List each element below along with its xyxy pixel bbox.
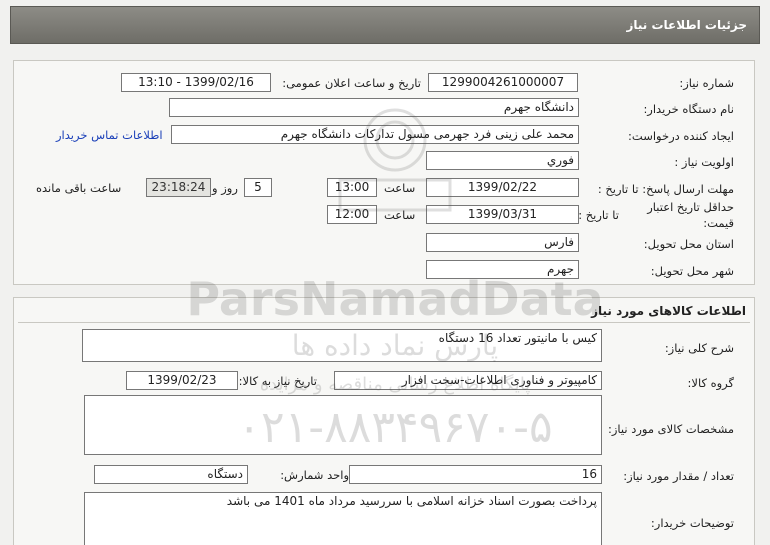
priority-label: اولویت نیاز : [674,155,734,169]
validity-label-2: قیمت: [703,216,734,230]
unit-label: واحد شمارش: [280,468,349,482]
creator-label: ایجاد کننده درخواست: [628,129,734,143]
contact-info-link[interactable]: اطلاعات تماس خریدار [56,128,163,142]
validity-label-1: حداقل تاریخ اعتبار [647,200,734,214]
city-label: شهر محل تحویل: [650,264,734,278]
validity-to-label: تا تاریخ : [578,208,619,222]
need-no-label: شماره نیاز: [679,76,734,90]
page-header: جزئیات اطلاعات نیاز [10,6,760,44]
buyer-notes-label: توضیحات خریدار: [650,516,734,530]
buyer-notes-field[interactable]: پرداخت بصورت اسناد خزانه اسلامی با سررسی… [84,492,602,545]
need-no-field[interactable]: 1299004261000007 [428,73,578,92]
announce-label: تاریخ و ساعت اعلان عمومی: [282,76,421,90]
deadline-date-field[interactable]: 1399/02/22 [426,178,579,197]
announce-field[interactable]: 1399/02/16 - 13:10 [121,73,271,92]
goods-info-panel: اطلاعات کالاهای مورد نیاز شرح کلی نیاز: … [13,297,755,545]
need-date-field[interactable]: 1399/02/23 [126,371,238,390]
validity-time-field[interactable]: 12:00 [327,205,377,224]
creator-field[interactable]: محمد علی زینی فرد جهرمی مسول تدارکات دان… [171,125,579,144]
group-label: گروه کالا: [687,376,734,390]
group-field[interactable]: کامپیوتر و فناوری اطلاعات-سخت افزار [334,371,602,390]
deadline-time-field[interactable]: 13:00 [327,178,377,197]
province-label: استان محل تحویل: [643,237,734,251]
buyer-org-field[interactable]: دانشگاه جهرم [169,98,579,117]
city-field[interactable]: جهرم [426,260,579,279]
validity-date-field[interactable]: 1399/03/31 [426,205,579,224]
goods-section-title: اطلاعات کالاهای مورد نیاز [591,304,746,318]
days-label: روز و [212,181,238,195]
deadline-label: مهلت ارسال پاسخ: تا تاریخ : [597,182,734,196]
unit-field[interactable]: دستگاه [94,465,248,484]
page-title: جزئیات اطلاعات نیاز [626,18,747,32]
summary-field[interactable]: کیس با مانیتور تعداد 16 دستگاه [82,329,602,362]
validity-time-label: ساعت [384,208,416,222]
summary-label: شرح کلی نیاز: [664,341,734,355]
remaining-time-field: 23:18:24 [146,178,211,197]
specs-label: مشخصات کالای مورد نیاز: [607,422,734,436]
specs-field[interactable] [84,395,602,455]
qty-label: تعداد / مقدار مورد نیاز: [623,469,734,483]
priority-field[interactable]: فوري [426,151,579,170]
buyer-org-label: نام دستگاه خریدار: [643,102,734,116]
deadline-time-label: ساعت [384,181,416,195]
remaining-label: ساعت باقی مانده [36,181,122,195]
days-field[interactable]: 5 [244,178,272,197]
qty-field[interactable]: 16 [349,465,602,484]
section-divider [18,322,750,323]
need-info-panel: شماره نیاز: 1299004261000007 تاریخ و ساع… [13,60,755,285]
need-date-label: تاریخ نیاز به کالا: [238,374,317,388]
province-field[interactable]: فارس [426,233,579,252]
